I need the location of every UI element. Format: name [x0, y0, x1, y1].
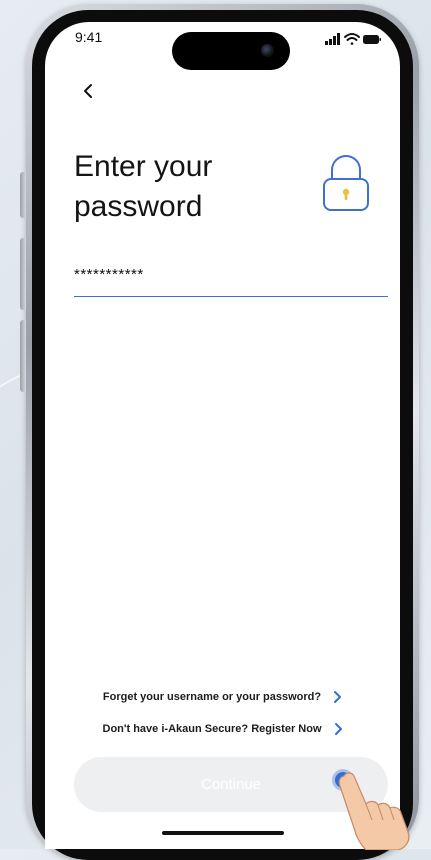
side-button-volume-up: [20, 238, 26, 310]
back-chevron-icon[interactable]: [79, 80, 99, 102]
battery-icon: [363, 35, 381, 44]
camera-icon: [261, 44, 274, 57]
register-now-link[interactable]: Don't have i-Akaun Secure? Register Now: [45, 718, 400, 740]
chevron-right-icon: [334, 723, 342, 735]
continue-label: Continue: [200, 776, 262, 793]
side-button-volume-down: [20, 320, 26, 392]
password-value: ***********: [74, 266, 144, 283]
phone-screen: 9:41 Enter your password *********** For…: [45, 22, 400, 849]
password-field[interactable]: ***********: [74, 260, 388, 297]
wifi-icon: [344, 33, 360, 45]
forgot-credentials-label: Forget your username or your password?: [102, 691, 322, 703]
lock-icon: [323, 155, 369, 211]
hand-pointer-icon: [338, 772, 410, 850]
chevron-right-icon: [334, 691, 342, 703]
status-icons: [325, 33, 381, 45]
forgot-credentials-link[interactable]: Forget your username or your password?: [45, 686, 400, 708]
dynamic-island: [172, 32, 290, 70]
status-time: 9:41: [75, 29, 103, 45]
register-now-label: Don't have i-Akaun Secure? Register Now: [102, 723, 322, 735]
home-indicator[interactable]: [162, 831, 284, 835]
side-button-action: [20, 172, 26, 218]
page-title: Enter your password: [74, 150, 213, 223]
signal-icon: [325, 33, 340, 45]
